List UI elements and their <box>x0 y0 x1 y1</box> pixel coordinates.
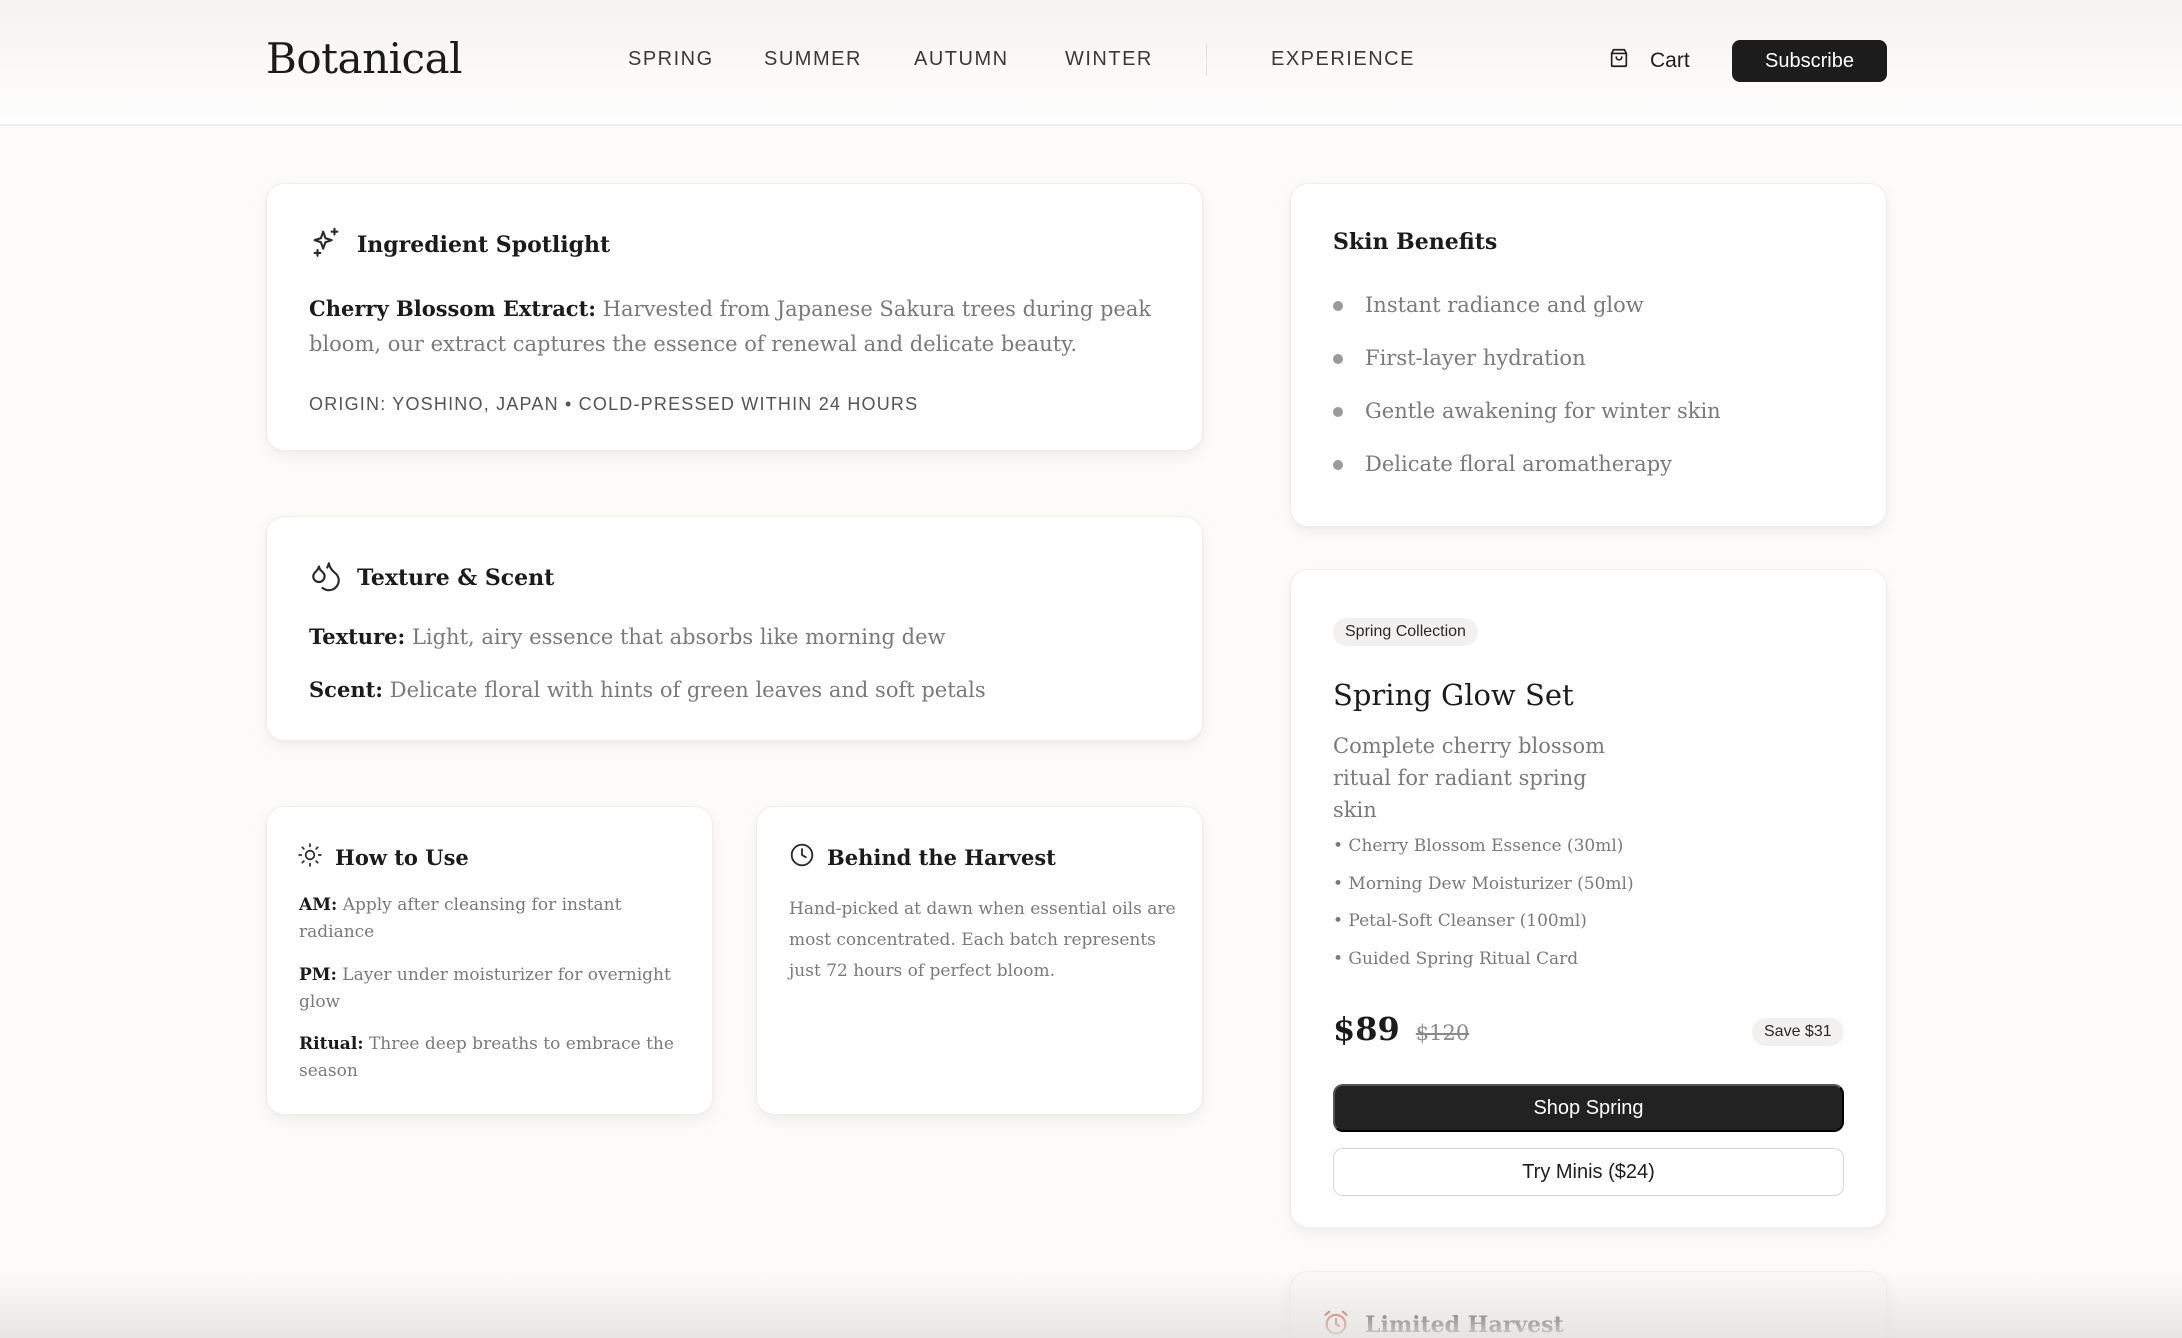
scent-value: Delicate floral with hints of green leav… <box>389 678 986 702</box>
texture-line: Texture: Light, airy essence that absorb… <box>309 624 945 649</box>
nav-spring[interactable]: SPRING <box>628 48 714 71</box>
product-item: • Cherry Blossom Essence (30ml) <box>1333 836 1624 856</box>
cart-label: Cart <box>1650 49 1690 72</box>
product-item: • Guided Spring Ritual Card <box>1333 948 1579 969</box>
harvest-title: Behind the Harvest <box>827 844 1056 870</box>
ingredient-origin: ORIGIN: YOSHINO, JAPAN • COLD-PRESSED WI… <box>309 394 919 414</box>
behind-harvest-card: Behind the Harvest Hand-picked at dawn w… <box>756 806 1203 1115</box>
step-am-label: AM: <box>299 895 338 915</box>
droplets-icon <box>309 559 343 597</box>
benefit-item: Delicate floral aromatherapy <box>1333 449 1721 502</box>
scent-label: Scent: <box>309 677 384 702</box>
shopping-bag-icon <box>1608 47 1630 75</box>
ingredient-spotlight-card: Ingredient Spotlight Cherry Blossom Extr… <box>266 183 1203 451</box>
nav-experience[interactable]: EXPERIENCE <box>1271 48 1415 71</box>
benefit-item: First-layer hydration <box>1333 343 1721 396</box>
step-am-text: Apply after cleansing for instant radian… <box>299 895 622 942</box>
price-row: $89 $120 <box>1333 1010 1469 1048</box>
brand-logo[interactable]: Botanical <box>266 34 463 83</box>
step-pm-label: PM: <box>299 965 337 985</box>
limited-harvest-title: Limited Harvest <box>1365 1312 1564 1338</box>
shop-spring-button[interactable]: Shop Spring <box>1333 1084 1844 1132</box>
step-pm-text: Layer under moisturizer for overnight gl… <box>299 965 671 1012</box>
benefits-list: Instant radiance and glow First-layer hy… <box>1333 290 1721 502</box>
product-contents: • Cherry Blossom Essence (30ml) • Mornin… <box>1333 828 1634 978</box>
step-ritual: Ritual: Three deep breaths to embrace th… <box>299 1031 689 1085</box>
site-header: Botanical SPRING SUMMER AUTUMN WINTER EX… <box>0 0 2182 126</box>
benefit-item: Gentle awakening for winter skin <box>1333 396 1721 449</box>
benefits-title: Skin Benefits <box>1333 229 1498 255</box>
nav-winter[interactable]: WINTER <box>1065 48 1153 71</box>
nav-autumn[interactable]: AUTUMN <box>914 48 1009 71</box>
texture-scent-card: Texture & Scent Texture: Light, airy ess… <box>266 516 1203 741</box>
product-subtitle: Complete cherry blossom ritual for radia… <box>1333 734 1605 822</box>
ingredient-title: Ingredient Spotlight <box>357 232 611 258</box>
product-item: • Morning Dew Moisturizer (50ml) <box>1333 873 1634 894</box>
skin-benefits-card: Skin Benefits Instant radiance and glow … <box>1290 183 1887 527</box>
harvest-text: Hand-picked at dawn when essential oils … <box>789 899 1176 981</box>
subscribe-button[interactable]: Subscribe <box>1732 40 1887 82</box>
collection-badge: Spring Collection <box>1333 618 1478 646</box>
product-item: • Petal-Soft Cleanser (100ml) <box>1333 911 1587 931</box>
original-price: $120 <box>1415 1021 1470 1045</box>
step-pm: PM: Layer under moisturizer for overnigh… <box>299 962 689 1016</box>
sun-icon <box>297 842 323 872</box>
scent-line: Scent: Delicate floral with hints of gre… <box>309 677 986 702</box>
clock-icon <box>789 842 815 872</box>
ingredient-name: Cherry Blossom Extract: <box>309 296 597 321</box>
texture-label: Texture: <box>309 624 406 649</box>
sparkles-icon <box>309 226 343 264</box>
how-to-use-title: How to Use <box>335 844 469 870</box>
ingredient-description-block: Cherry Blossom Extract: Harvested from J… <box>309 291 1169 362</box>
product-price: $89 <box>1333 1010 1400 1048</box>
save-badge: Save $31 <box>1752 1018 1844 1046</box>
nav-divider <box>1206 42 1207 76</box>
product-card: Spring Collection Spring Glow Set Comple… <box>1290 569 1887 1228</box>
step-am: AM: Apply after cleansing for instant ra… <box>299 892 689 946</box>
cart-link[interactable]: Cart <box>1608 47 1690 75</box>
step-ritual-label: Ritual: <box>299 1034 364 1054</box>
alarm-clock-icon <box>1321 1308 1351 1338</box>
texture-title: Texture & Scent <box>357 565 555 591</box>
try-minis-button[interactable]: Try Minis ($24) <box>1333 1148 1844 1196</box>
limited-harvest-card: Limited Harvest <box>1290 1271 1887 1338</box>
benefit-item: Instant radiance and glow <box>1333 290 1721 343</box>
nav-summer[interactable]: SUMMER <box>764 48 862 71</box>
how-to-use-card: How to Use AM: Apply after cleansing for… <box>266 806 713 1115</box>
texture-value: Light, airy essence that absorbs like mo… <box>411 625 946 649</box>
product-title: Spring Glow Set <box>1333 678 1574 712</box>
